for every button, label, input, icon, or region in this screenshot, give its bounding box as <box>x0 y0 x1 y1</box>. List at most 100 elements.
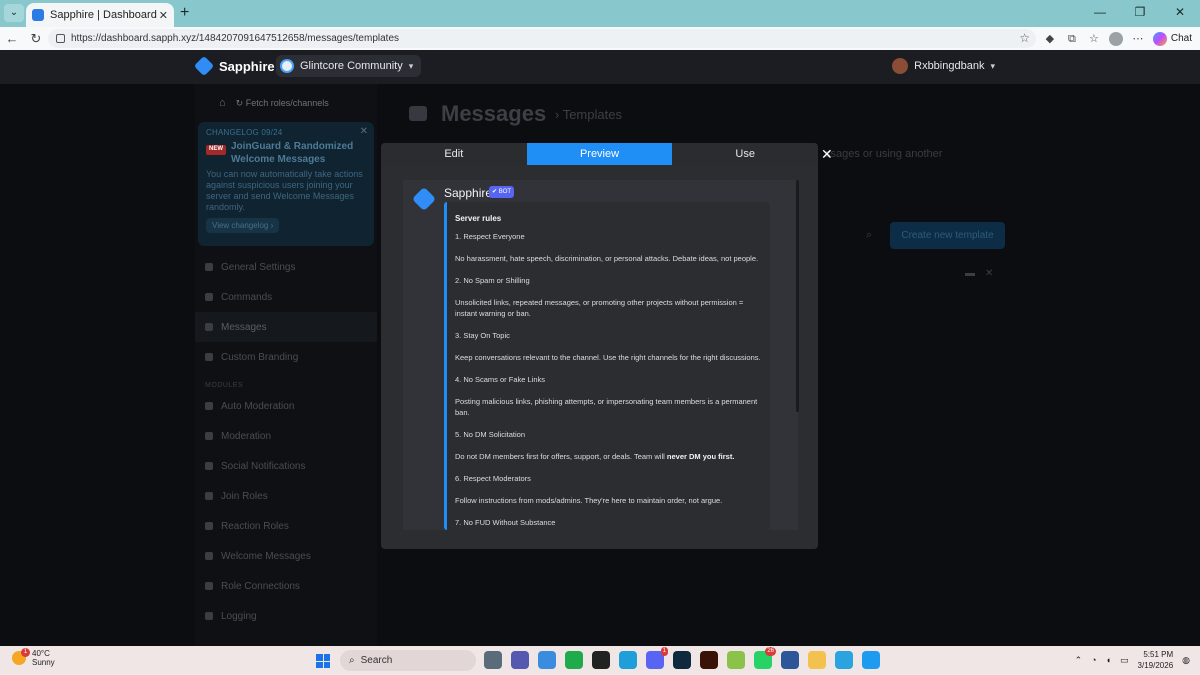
maximize-button[interactable]: ❐ <box>1120 0 1160 24</box>
refresh-button[interactable]: ↻ <box>24 31 48 47</box>
sidebar-item-social-notifications[interactable]: Social Notifications <box>195 451 377 481</box>
rule-line: Follow instructions from mods/admins. Th… <box>455 496 723 505</box>
chevron-up-icon[interactable]: ⌃ <box>1075 655 1083 666</box>
app-icon[interactable] <box>727 651 745 669</box>
shield-icon <box>205 402 213 410</box>
sidebar-item-label: Custom Branding <box>221 351 299 363</box>
wifi-icon[interactable]: ◔ <box>1091 655 1096 665</box>
edge-icon[interactable] <box>619 651 637 669</box>
rule-line: 3. Stay On Topic <box>455 331 510 340</box>
sidebar-item-label: Role Connections <box>221 580 300 592</box>
tab-preview[interactable]: Preview <box>526 143 673 165</box>
sidebar-item-label: Reaction Roles <box>221 520 289 532</box>
back-button[interactable]: ← <box>0 31 24 46</box>
modules-section-label: MODULES <box>205 382 244 389</box>
create-template-button[interactable]: Create new template <box>890 222 1005 249</box>
user-name: Rxbbingdbank <box>914 60 985 72</box>
bot-badge: ✔ BOT <box>489 186 515 198</box>
store-icon[interactable] <box>538 651 556 669</box>
windows-start-icon[interactable] <box>316 654 330 668</box>
telegram-icon[interactable] <box>835 651 853 669</box>
notifications-icon[interactable]: ◍ <box>1182 655 1190 666</box>
copilot-chat-button[interactable]: Chat <box>1152 31 1192 46</box>
address-bar[interactable]: https://dashboard.sapph.xyz/148420709164… <box>48 29 1036 48</box>
gear-icon <box>205 263 213 271</box>
browser-tab[interactable]: Sapphire | Dashboard ✕ <box>26 3 174 27</box>
weather-widget[interactable]: 1 40°C Sunny <box>12 648 55 667</box>
rule-line: 1. Respect Everyone <box>455 232 525 241</box>
search-icon: ⌕ <box>349 655 355 666</box>
server-selector[interactable]: Glintcore Community ▾ <box>276 55 422 77</box>
rule-line: Keep conversations relevant to the chann… <box>455 353 761 362</box>
minimize-button[interactable]: — <box>1080 0 1120 24</box>
word-icon[interactable] <box>781 651 799 669</box>
extension-icon[interactable]: ◆ <box>1043 32 1057 46</box>
illustrator-icon[interactable] <box>700 651 718 669</box>
sidebar-item-custom-branding[interactable]: Custom Branding <box>195 342 377 372</box>
sidebar-item-general-settings[interactable]: General Settings <box>195 252 377 282</box>
modal-close-button[interactable]: ✕ <box>821 146 833 163</box>
tab-actions-menu-button[interactable]: ⌄ <box>4 4 24 22</box>
user-menu[interactable]: Rxbbingdbank ▾ <box>892 58 995 74</box>
sidebar-item-commands[interactable]: Commands <box>195 282 377 312</box>
hammer-icon <box>205 432 213 440</box>
phone-app-icon[interactable] <box>565 651 583 669</box>
sidebar-item-welcome-messages[interactable]: Welcome Messages <box>195 541 377 571</box>
sidebar-item-reaction-roles[interactable]: Reaction Roles <box>195 511 377 541</box>
photoshop-icon[interactable] <box>673 651 691 669</box>
discord-icon[interactable]: 1 <box>646 647 668 669</box>
twitter-icon[interactable] <box>862 651 880 669</box>
user-icon <box>205 492 213 500</box>
sidebar-item-join-roles[interactable]: Join Roles <box>195 481 377 511</box>
file-explorer-icon[interactable] <box>808 651 826 669</box>
taskbar-search[interactable]: ⌕ Search <box>340 650 476 671</box>
template-row-actions: ▬ ✕ <box>965 268 993 279</box>
user-avatar <box>892 58 909 74</box>
brand[interactable]: Sapphire <box>193 55 275 77</box>
home-icon[interactable]: ⌂ <box>219 97 226 109</box>
sidebar-item-label: General Settings <box>221 261 296 273</box>
volume-icon[interactable]: ◖ <box>1106 655 1111 665</box>
sidebar-item-role-connections[interactable]: Role Connections <box>195 571 377 601</box>
clock[interactable]: 5:51 PM 3/19/2026 <box>1138 649 1174 671</box>
profile-avatar[interactable] <box>1108 31 1123 46</box>
preview-scrollbar[interactable] <box>796 180 799 412</box>
rule-line: 6. Respect Moderators <box>455 474 531 483</box>
changelog-close-icon[interactable]: ✕ <box>360 126 368 137</box>
battery-icon[interactable]: ▭ <box>1120 655 1129 666</box>
favorite-star-icon[interactable]: ☆ <box>1019 31 1030 45</box>
tab-use[interactable]: Use <box>672 143 818 165</box>
folder-icon[interactable]: ▬ <box>965 268 975 279</box>
tab-edit[interactable]: Edit <box>381 143 527 165</box>
new-tab-button[interactable]: + <box>180 4 189 22</box>
delete-icon[interactable]: ✕ <box>985 268 993 279</box>
page-title: Messages <box>441 101 547 126</box>
sun-icon: 1 <box>12 648 30 665</box>
view-changelog-button[interactable]: View changelog › <box>206 218 280 233</box>
tab-close-icon[interactable]: ✕ <box>159 9 168 22</box>
messages-icon <box>409 106 427 121</box>
taskbar-apps: 1 26 <box>484 647 880 669</box>
site-info-icon[interactable] <box>56 34 65 43</box>
extensions-puzzle-icon[interactable]: ⧉ <box>1065 32 1079 46</box>
server-name: Glintcore Community <box>300 60 403 72</box>
search-icon[interactable]: ⌕ <box>866 229 872 242</box>
browser-tabstrip: ⌄ Sapphire | Dashboard ✕ + — ❐ ✕ <box>0 0 1200 27</box>
discord-badge: 1 <box>660 647 668 656</box>
sidebar-item-logging[interactable]: Logging <box>195 601 377 631</box>
more-options-icon[interactable]: ⋯ <box>1131 32 1145 46</box>
whatsapp-icon[interactable]: 26 <box>754 647 776 669</box>
chatgpt-icon[interactable] <box>592 651 610 669</box>
sidebar-item-auto-moderation[interactable]: Auto Moderation <box>195 391 377 421</box>
sidebar-item-messages[interactable]: Messages <box>195 312 377 342</box>
favorites-icon[interactable]: ☆ <box>1087 32 1101 46</box>
teams-icon[interactable] <box>511 651 529 669</box>
rule-text: Do not DM members first for offers, supp… <box>455 452 665 461</box>
fetch-roles-button[interactable]: ↻ Fetch roles/channels <box>236 98 329 109</box>
template-modal: Edit Preview Use Sapphire ✔ BOT Server r… <box>381 143 818 549</box>
new-badge: NEW <box>206 145 226 155</box>
commands-icon <box>205 293 213 301</box>
close-window-button[interactable]: ✕ <box>1160 0 1200 24</box>
sidebar-item-moderation[interactable]: Moderation <box>195 421 377 451</box>
task-view-icon[interactable] <box>484 651 502 669</box>
